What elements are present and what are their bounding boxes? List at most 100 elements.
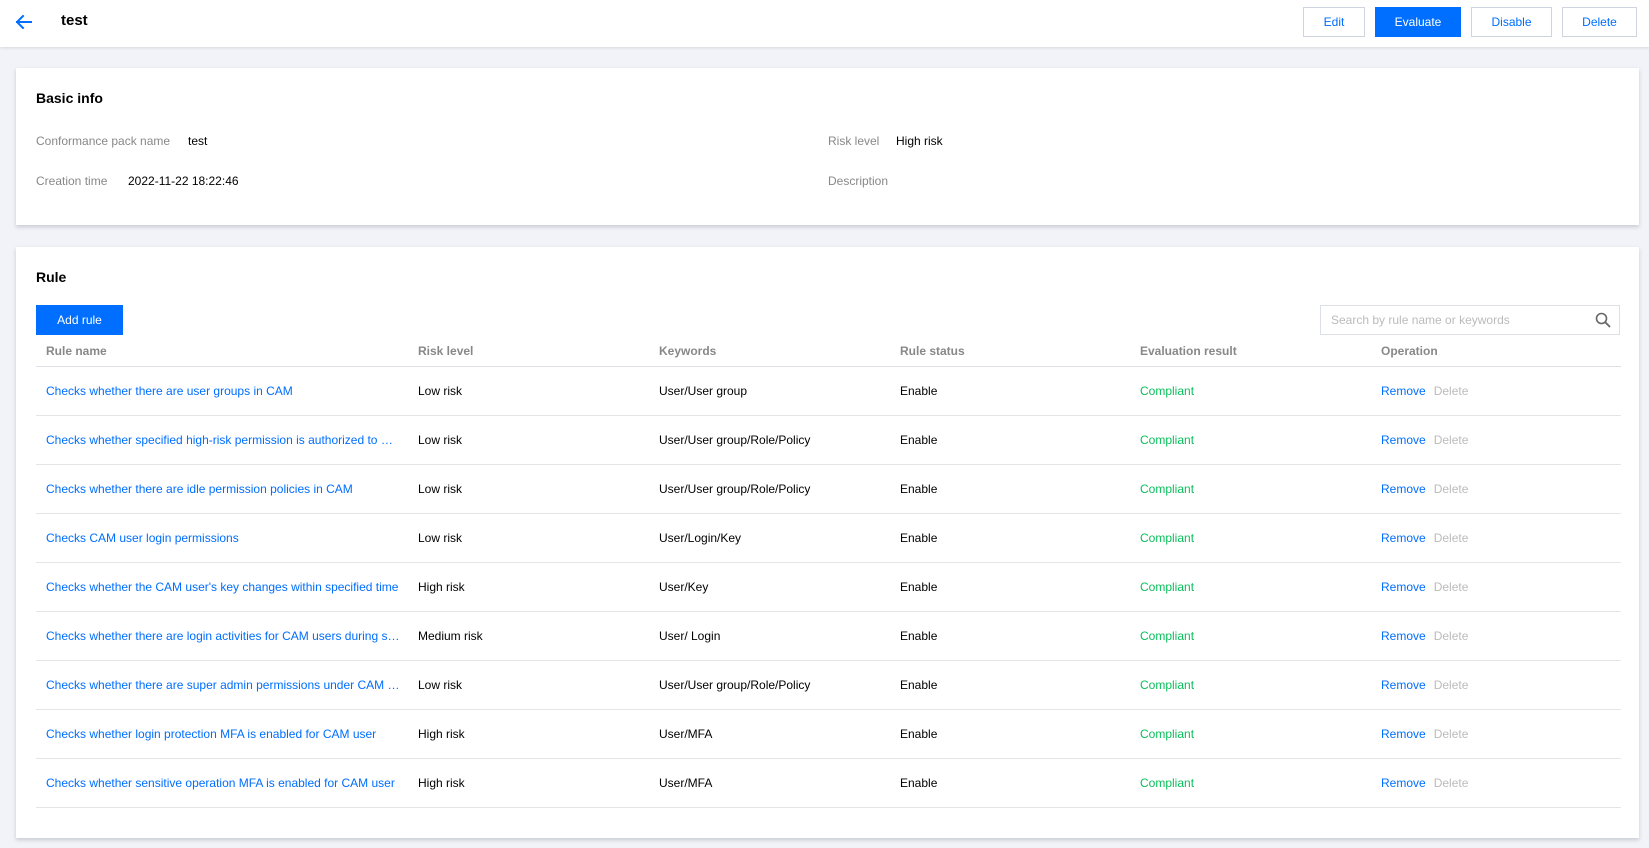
basic-info-title: Basic info <box>36 90 103 106</box>
column-header-keywords: Keywords <box>659 344 717 358</box>
rule-risk-level: High risk <box>418 727 465 741</box>
edit-button[interactable]: Edit <box>1303 7 1365 37</box>
row-operations: Remove Delete <box>1381 384 1581 398</box>
delete-link-disabled: Delete <box>1433 580 1469 594</box>
remove-link[interactable]: Remove <box>1381 727 1426 741</box>
rule-keywords: User/User group/Role/Policy <box>659 678 811 692</box>
delete-link-disabled: Delete <box>1433 384 1469 398</box>
rule-keywords: User/ Login <box>659 629 721 643</box>
rule-status: Enable <box>900 678 938 692</box>
rule-keywords: User/User group/Role/Policy <box>659 482 811 496</box>
table-row: Checks whether there are user groups in … <box>36 367 1621 416</box>
top-bar: test Edit Evaluate Disable Delete <box>0 0 1649 47</box>
rule-keywords: User/MFA <box>659 727 713 741</box>
rule-risk-level: Low risk <box>418 433 463 447</box>
table-row: Checks whether specified high-risk permi… <box>36 416 1621 465</box>
basic-info-card: Basic info Conformance pack name test Ri… <box>16 68 1639 225</box>
rule-keywords: User/MFA <box>659 776 713 790</box>
row-operations: Remove Delete <box>1381 727 1581 741</box>
table-row: Checks whether the CAM user's key change… <box>36 563 1621 612</box>
delete-link-disabled: Delete <box>1433 727 1469 741</box>
column-header-rule-name: Rule name <box>46 344 107 358</box>
rule-risk-level: Low risk <box>418 531 463 545</box>
table-row: Checks CAM user login permissions Low ri… <box>36 514 1621 563</box>
rule-name-link[interactable]: Checks whether the CAM user's key change… <box>46 580 401 594</box>
remove-link[interactable]: Remove <box>1381 433 1426 447</box>
rule-status: Enable <box>900 580 938 594</box>
risk-level-value: High risk <box>896 134 943 148</box>
evaluation-result: Compliant <box>1140 433 1195 447</box>
remove-link[interactable]: Remove <box>1381 629 1426 643</box>
delete-button[interactable]: Delete <box>1562 7 1637 37</box>
remove-link[interactable]: Remove <box>1381 678 1426 692</box>
rule-status: Enable <box>900 531 938 545</box>
remove-link[interactable]: Remove <box>1381 580 1426 594</box>
column-header-operation: Operation <box>1381 344 1438 358</box>
rule-risk-level: Low risk <box>418 482 463 496</box>
remove-link[interactable]: Remove <box>1381 531 1426 545</box>
row-operations: Remove Delete <box>1381 482 1581 496</box>
search-box <box>1320 305 1620 335</box>
risk-level-label: Risk level <box>828 134 880 148</box>
evaluation-result: Compliant <box>1140 776 1195 790</box>
rule-status: Enable <box>900 482 938 496</box>
rules-table: Rule name Risk level Keywords Rule statu… <box>36 335 1621 808</box>
evaluation-result: Compliant <box>1140 580 1195 594</box>
row-operations: Remove Delete <box>1381 678 1581 692</box>
rule-risk-level: High risk <box>418 776 465 790</box>
evaluate-button[interactable]: Evaluate <box>1375 7 1461 37</box>
table-header: Rule name Risk level Keywords Rule statu… <box>36 335 1621 367</box>
remove-link[interactable]: Remove <box>1381 482 1426 496</box>
row-operations: Remove Delete <box>1381 433 1581 447</box>
rule-title: Rule <box>36 269 67 285</box>
rule-name-link[interactable]: Checks whether there are super admin per… <box>46 678 401 692</box>
delete-link-disabled: Delete <box>1433 531 1469 545</box>
column-header-evaluation-result: Evaluation result <box>1140 344 1237 358</box>
delete-link-disabled: Delete <box>1433 482 1469 496</box>
evaluation-result: Compliant <box>1140 727 1195 741</box>
evaluation-result: Compliant <box>1140 531 1195 545</box>
add-rule-button[interactable]: Add rule <box>36 305 123 335</box>
page-title: test <box>61 12 88 29</box>
remove-link[interactable]: Remove <box>1381 384 1426 398</box>
disable-button[interactable]: Disable <box>1471 7 1552 37</box>
rule-risk-level: High risk <box>418 580 465 594</box>
delete-link-disabled: Delete <box>1433 433 1469 447</box>
back-arrow-icon[interactable] <box>14 12 34 32</box>
table-row: Checks whether there are idle permission… <box>36 465 1621 514</box>
rule-name-link[interactable]: Checks whether there are login activitie… <box>46 629 401 643</box>
pack-name-label: Conformance pack name <box>36 134 171 148</box>
table-row: Checks whether there are login activitie… <box>36 612 1621 661</box>
rule-name-link[interactable]: Checks whether there are user groups in … <box>46 384 401 398</box>
rule-status: Enable <box>900 776 938 790</box>
rule-keywords: User/Key <box>659 580 709 594</box>
remove-link[interactable]: Remove <box>1381 776 1426 790</box>
rule-status: Enable <box>900 727 938 741</box>
rule-status: Enable <box>900 384 938 398</box>
rule-name-link[interactable]: Checks CAM user login permissions <box>46 531 401 545</box>
search-input[interactable] <box>1321 306 1583 334</box>
rule-status: Enable <box>900 629 938 643</box>
rule-name-link[interactable]: Checks whether specified high-risk permi… <box>46 433 401 447</box>
row-operations: Remove Delete <box>1381 531 1581 545</box>
rule-keywords: User/User group/Role/Policy <box>659 433 811 447</box>
search-icon[interactable] <box>1595 312 1611 328</box>
row-operations: Remove Delete <box>1381 776 1581 790</box>
delete-link-disabled: Delete <box>1433 776 1469 790</box>
rule-keywords: User/Login/Key <box>659 531 742 545</box>
creation-time-label: Creation time <box>36 174 108 188</box>
rule-name-link[interactable]: Checks whether sensitive operation MFA i… <box>46 776 401 790</box>
column-header-risk-level: Risk level <box>418 344 474 358</box>
table-row: Checks whether sensitive operation MFA i… <box>36 759 1621 808</box>
creation-time-value: 2022-11-22 18:22:46 <box>128 174 239 188</box>
evaluation-result: Compliant <box>1140 629 1195 643</box>
description-label: Description <box>828 174 889 188</box>
header-actions: Edit Evaluate Disable Delete <box>1293 7 1637 37</box>
rule-card: Rule Add rule Rule name Risk level Keywo… <box>16 247 1639 838</box>
evaluation-result: Compliant <box>1140 482 1195 496</box>
rule-name-link[interactable]: Checks whether login protection MFA is e… <box>46 727 401 741</box>
rule-name-link[interactable]: Checks whether there are idle permission… <box>46 482 401 496</box>
delete-link-disabled: Delete <box>1433 678 1469 692</box>
row-operations: Remove Delete <box>1381 580 1581 594</box>
rule-risk-level: Low risk <box>418 384 463 398</box>
